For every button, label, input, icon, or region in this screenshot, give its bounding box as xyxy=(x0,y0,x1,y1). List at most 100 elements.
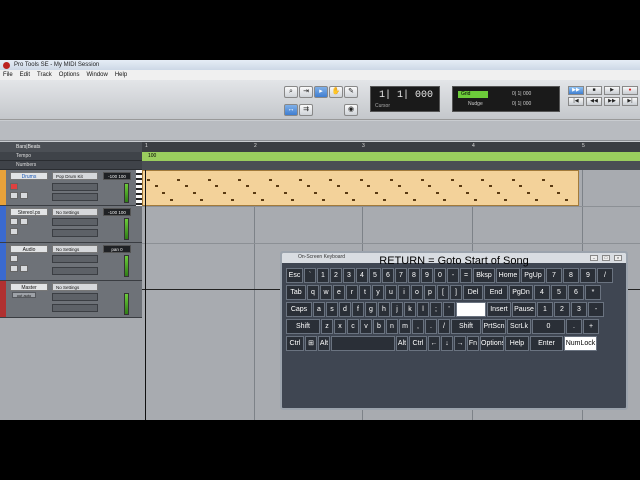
midi-note[interactable] xyxy=(565,199,568,201)
midi-note[interactable] xyxy=(261,199,264,201)
key[interactable]: - xyxy=(588,302,604,317)
key[interactable]: b xyxy=(373,319,385,334)
key[interactable]: 6 xyxy=(568,285,584,300)
midi-note[interactable] xyxy=(253,192,257,194)
key[interactable]: a xyxy=(313,302,325,317)
key[interactable]: 9 xyxy=(421,268,433,283)
record-enable-button[interactable] xyxy=(10,218,18,225)
key-enter[interactable]: Enter xyxy=(530,336,563,351)
go-to-end-button[interactable]: ▶| xyxy=(622,97,638,106)
key[interactable]: * xyxy=(585,285,601,300)
maximize-icon[interactable]: □ xyxy=(602,255,610,261)
record-button[interactable]: ● xyxy=(622,86,638,95)
volume-pan-readout[interactable]: pan 0 xyxy=(103,245,131,253)
midi-note[interactable] xyxy=(390,179,394,181)
key-tab[interactable]: Tab xyxy=(286,285,306,300)
midi-note[interactable] xyxy=(359,179,363,181)
key[interactable]: 3 xyxy=(343,268,355,283)
trim-icon[interactable]: ⇥ xyxy=(299,86,313,98)
insert-slot[interactable] xyxy=(52,218,98,226)
meter-lane[interactable] xyxy=(142,161,640,170)
menu-edit[interactable]: Edit xyxy=(20,70,30,80)
volume-pan-readout[interactable]: -100 100 xyxy=(103,208,131,216)
midi-note[interactable] xyxy=(291,199,295,201)
midi-note[interactable] xyxy=(473,199,477,201)
midi-note[interactable] xyxy=(321,199,325,201)
midi-note[interactable] xyxy=(375,192,378,194)
key[interactable]: 1 xyxy=(317,268,329,283)
left-arrow-icon[interactable]: ← xyxy=(428,336,440,351)
midi-note[interactable] xyxy=(413,199,416,201)
output-selector[interactable]: out auto xyxy=(12,292,36,298)
key-page-down[interactable]: PgDn xyxy=(509,285,533,300)
key[interactable]: k xyxy=(404,302,416,317)
key[interactable]: = xyxy=(460,268,472,283)
midi-note[interactable] xyxy=(397,185,401,187)
key-scroll-lock[interactable]: ScrLk xyxy=(507,319,531,334)
send-slot[interactable] xyxy=(52,229,98,237)
insert-slot[interactable] xyxy=(52,255,98,263)
menu-file[interactable]: File xyxy=(3,70,13,80)
key[interactable]: 5 xyxy=(369,268,381,283)
midi-note[interactable] xyxy=(534,199,538,201)
key[interactable]: n xyxy=(386,319,398,334)
key-delete[interactable]: Del xyxy=(463,285,483,300)
key[interactable]: e xyxy=(333,285,345,300)
key[interactable]: 5 xyxy=(551,285,567,300)
key[interactable]: 4 xyxy=(356,268,368,283)
menu-options[interactable]: Options xyxy=(59,70,80,80)
midi-note[interactable] xyxy=(245,185,249,187)
key[interactable]: l xyxy=(417,302,429,317)
key[interactable]: 0 xyxy=(532,319,565,334)
down-arrow-icon[interactable]: ↓ xyxy=(441,336,453,351)
pencil-icon[interactable]: ✎ xyxy=(344,86,358,98)
key-alt[interactable]: Alt xyxy=(318,336,330,351)
close-icon[interactable]: × xyxy=(614,255,622,261)
key[interactable]: g xyxy=(365,302,377,317)
key-enter-large[interactable] xyxy=(456,302,486,317)
key[interactable]: . xyxy=(566,319,582,334)
tab-to-transient-icon[interactable]: ⇉ xyxy=(299,104,313,116)
main-counter[interactable]: 1| 1| 000 Cursor xyxy=(370,86,440,112)
key-end[interactable]: End xyxy=(484,285,508,300)
key[interactable]: o xyxy=(411,285,423,300)
key[interactable]: 0 xyxy=(434,268,446,283)
midi-note[interactable] xyxy=(367,185,371,187)
midi-note[interactable] xyxy=(504,199,508,201)
key[interactable]: . xyxy=(425,319,437,334)
instrument-plugin[interactable]: No Settings xyxy=(52,245,98,253)
midi-note[interactable] xyxy=(352,199,356,201)
volume-pan-readout[interactable]: -100 100 xyxy=(103,172,131,180)
key-caps-lock[interactable]: Caps xyxy=(286,302,312,317)
midi-note[interactable] xyxy=(443,199,447,201)
key-insert[interactable]: Insert xyxy=(487,302,511,317)
midi-note[interactable] xyxy=(177,179,181,181)
grabber-icon[interactable]: ✋ xyxy=(329,86,343,98)
midi-note[interactable] xyxy=(314,192,318,194)
midi-note[interactable] xyxy=(200,199,204,201)
key[interactable]: / xyxy=(597,268,613,283)
key[interactable]: 7 xyxy=(395,268,407,283)
online-button[interactable]: ▶▶ xyxy=(568,86,584,95)
solo-button[interactable] xyxy=(10,192,18,199)
midi-note[interactable] xyxy=(549,185,553,187)
key[interactable]: 2 xyxy=(330,268,342,283)
record-enable-button[interactable] xyxy=(10,183,18,190)
key[interactable]: q xyxy=(307,285,319,300)
key-space[interactable] xyxy=(331,336,395,351)
solo-button[interactable] xyxy=(10,265,18,272)
key[interactable]: ' xyxy=(443,302,455,317)
zoom-toggle-icon[interactable]: ↔ xyxy=(284,104,298,116)
key-options[interactable]: Options xyxy=(480,336,504,351)
key[interactable]: 6 xyxy=(382,268,394,283)
midi-note[interactable] xyxy=(329,179,333,181)
key[interactable]: - xyxy=(447,268,459,283)
track-name[interactable]: Master xyxy=(10,283,48,291)
midi-note[interactable] xyxy=(154,185,158,187)
insert-slot[interactable] xyxy=(52,183,98,191)
return-to-zero-button[interactable]: |◀ xyxy=(568,97,584,106)
menu-window[interactable]: Window xyxy=(86,70,107,80)
key[interactable]: 9 xyxy=(580,268,596,283)
play-button[interactable]: ▶ xyxy=(604,86,620,95)
key[interactable]: h xyxy=(378,302,390,317)
